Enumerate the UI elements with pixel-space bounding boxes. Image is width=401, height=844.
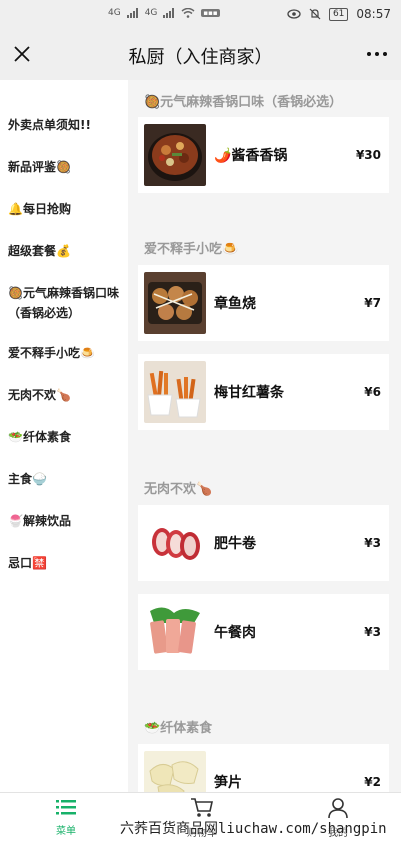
dish-name: 笋片 [214,775,242,791]
signal-icon-2 [163,8,175,18]
section-title: 🥘元气麻辣香锅口味（香锅必选） [144,95,343,110]
user-icon [328,798,348,819]
data-badge-icon: ▪▪▪ [201,9,220,17]
sidebar-item-order-notice[interactable]: 外卖点单须知!! [8,115,126,135]
sidebar-item-super-combo[interactable]: 超级套餐💰 [8,241,126,261]
tab-label: 菜单 [56,826,76,837]
page-title: 私厨（入住商家） [128,47,273,68]
status-right: 61 08:57 [287,7,391,21]
dish-card[interactable]: 笋片 ¥2 [138,744,389,792]
dish-price: ¥3 [364,536,381,550]
dish-name: 肥牛卷 [214,536,256,552]
section-title: 爱不释手小吃🍮 [144,242,239,257]
more-options-icon[interactable] [367,52,387,56]
sidebar-item-meat[interactable]: 无肉不欢🍗 [8,385,126,405]
takoyaki-photo [144,272,206,334]
sidebar-item-spicy-hotpot[interactable]: 🥘元气麻辣香锅口味（香锅必选） [8,283,126,323]
status-bar: 4G 4G ▪▪▪ 61 08:57 [0,0,401,30]
dish-card[interactable]: 肥牛卷 ¥3 [138,505,389,581]
menu-list-icon [56,800,76,815]
dish-name: 梅甘红薯条 [214,385,284,401]
dish-name: 午餐肉 [214,625,256,641]
tab-menu[interactable]: 菜单 [36,797,96,837]
dish-price: ¥30 [355,148,381,162]
luncheon-meat-photo [144,601,206,663]
bamboo-shoots-photo [144,751,206,792]
sidebar-item-new-products[interactable]: 新品评鉴🥘 [8,157,126,177]
battery-indicator: 61 [328,7,349,21]
dish-price: ¥7 [364,296,381,310]
watermark-text: 六荞百货商品网liuchaw.com/shangpin [120,821,387,837]
wifi-icon [181,8,195,18]
nav-bar: 私厨（入住商家） [0,30,401,80]
section-title: 🥗纤体素食 [144,721,213,736]
dish-list: 🥘元气麻辣香锅口味（香锅必选） 🌶️酱香香锅 ¥30 爱不释手小吃🍮 章鱼烧 ¥… [128,80,401,792]
dish-price: ¥3 [364,625,381,639]
eye-icon [287,9,301,19]
sidebar-item-staple-food[interactable]: 主食🍚 [8,469,126,489]
dish-card[interactable]: 🌶️酱香香锅 ¥30 [138,117,389,193]
sidebar-item-daily-deals[interactable]: 🔔每日抢购 [8,199,126,219]
signal-4g-label-2: 4G [144,8,158,18]
dish-price: ¥6 [364,385,381,399]
sidebar-item-drinks[interactable]: 🍧解辣饮品 [8,511,126,531]
signal-icon [126,8,138,18]
signal-4g-label: 4G [108,8,121,18]
dish-name: 🌶️酱香香锅 [214,148,288,164]
dish-card[interactable]: 章鱼烧 ¥7 [138,265,389,341]
sidebar-item-vegetarian[interactable]: 🥗纤体素食 [8,427,126,447]
dish-card[interactable]: 梅甘红薯条 ¥6 [138,354,389,430]
sidebar-item-dietary-restrictions[interactable]: 忌口🈲 [8,553,126,573]
mute-bell-icon [309,8,321,20]
clock: 08:57 [356,7,391,21]
cart-icon [191,798,213,817]
beef-rolls-photo [144,512,206,574]
category-sidebar: 外卖点单须知!! 新品评鉴🥘 🔔每日抢购 超级套餐💰 🥘元气麻辣香锅口味（香锅必… [0,80,128,792]
dish-card[interactable]: 午餐肉 ¥3 [138,594,389,670]
sweet-potato-fries-photo [144,361,206,423]
dish-name: 章鱼烧 [214,296,256,312]
section-title: 无肉不欢🍗 [144,482,213,497]
signal-indicators: 4G 4G ▪▪▪ [108,8,220,18]
dish-price: ¥2 [364,775,381,789]
sidebar-item-snacks[interactable]: 爱不释手小吃🍮 [8,343,126,363]
spicy-hotpot-photo [144,124,206,186]
